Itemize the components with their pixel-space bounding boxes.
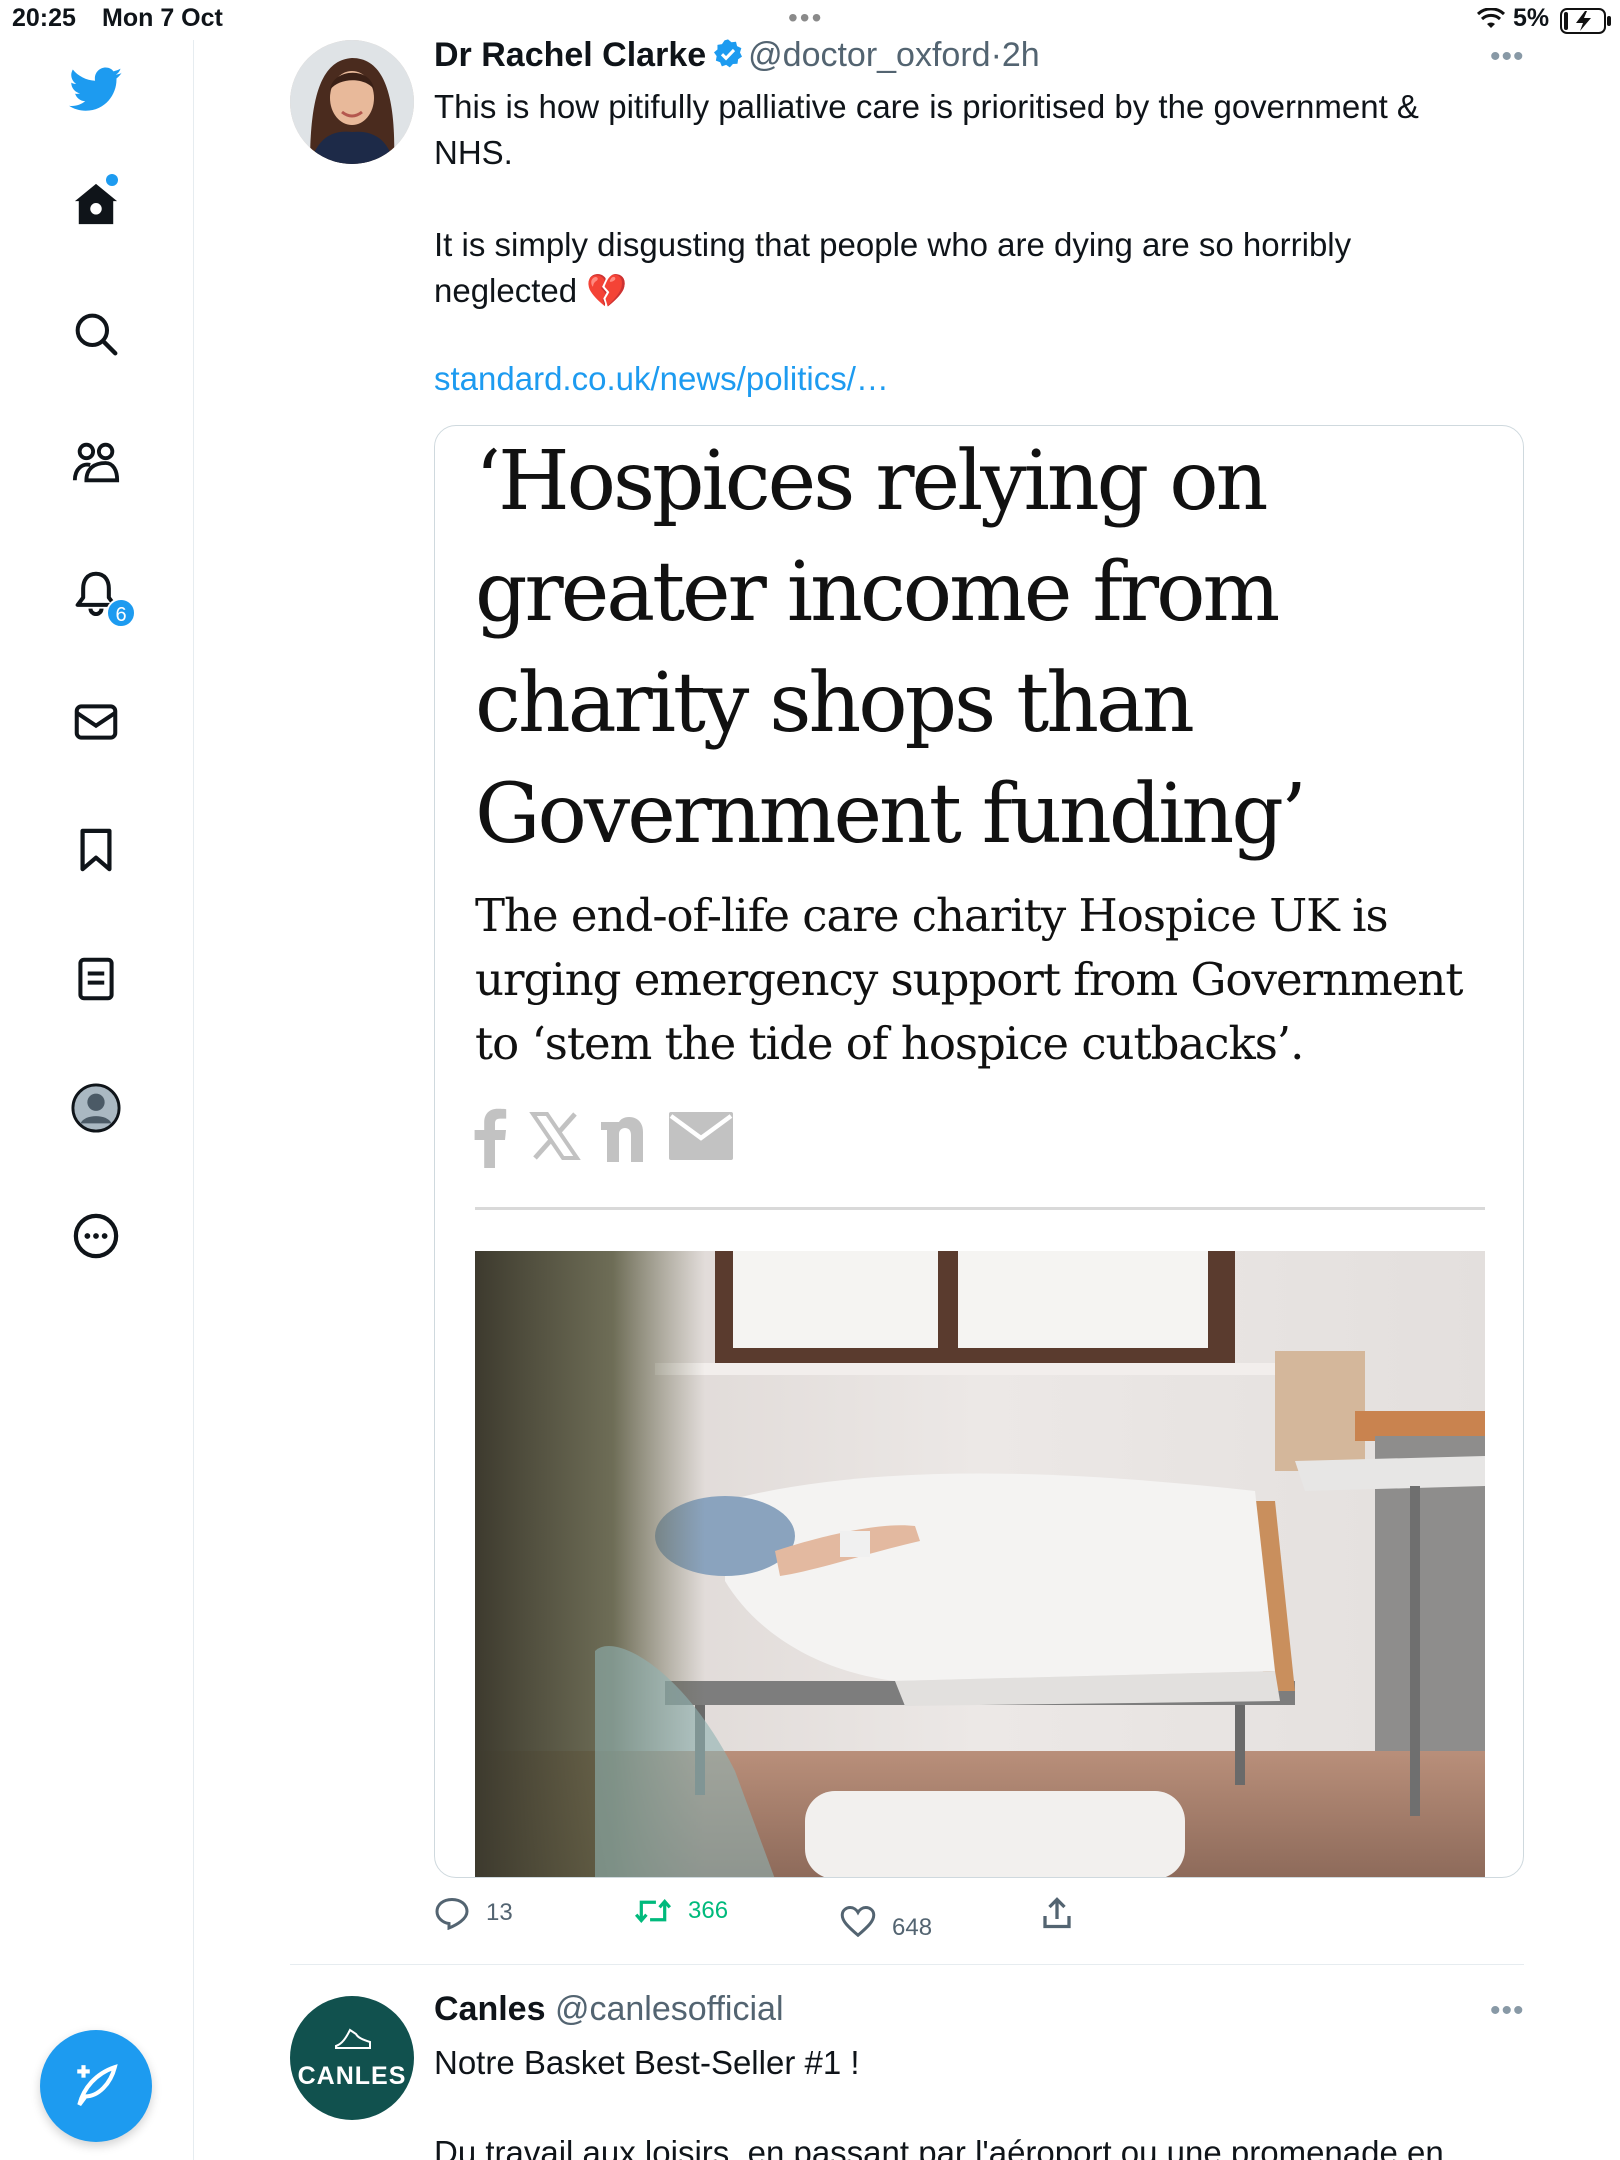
like-count: 648 bbox=[892, 1914, 933, 1941]
card-photo-hospice-bed bbox=[475, 1251, 1485, 1877]
home-unread-dot bbox=[106, 174, 118, 186]
canles-avatar[interactable]: CANLES bbox=[290, 1996, 414, 2120]
x-logo-icon bbox=[529, 1110, 581, 1167]
retweet-button[interactable]: 366 bbox=[634, 1896, 728, 1926]
compose-tweet-button[interactable] bbox=[40, 2030, 152, 2142]
sidebar-nav: 6 bbox=[0, 40, 194, 2160]
author-handle[interactable]: @doctor_oxford bbox=[748, 36, 990, 74]
compose-feather-icon bbox=[77, 2064, 118, 2106]
share-button[interactable] bbox=[1042, 1896, 1088, 1930]
sidebar-item-messages[interactable] bbox=[68, 694, 124, 750]
list-icon bbox=[78, 957, 114, 1001]
tweet-link[interactable]: standard.co.uk/news/politics/… bbox=[434, 360, 889, 398]
communities-icon bbox=[72, 442, 120, 483]
card-divider bbox=[475, 1207, 1485, 1210]
reply-icon bbox=[435, 1897, 469, 1930]
status-bar: 20:25 Mon 7 Oct ••• 5% bbox=[0, 0, 1620, 40]
link-preview-card[interactable]: ‘Hospices relying on greater income from… bbox=[434, 425, 1524, 1878]
author-avatar[interactable] bbox=[290, 40, 414, 164]
tweet2-author-handle[interactable]: @canlesofficial bbox=[555, 1990, 784, 2028]
sidebar-item-communities[interactable] bbox=[68, 435, 124, 491]
status-date: Mon 7 Oct bbox=[102, 4, 223, 32]
tweet2-author-name[interactable]: Canles bbox=[434, 1990, 546, 2028]
card-headline: ‘Hospices relying on greater income from… bbox=[475, 434, 1307, 862]
profile-icon bbox=[71, 1083, 121, 1133]
search-icon bbox=[75, 313, 118, 356]
tweet2-more-icon[interactable]: ••• bbox=[1490, 1994, 1525, 2028]
tweet-time[interactable]: 2h bbox=[1002, 36, 1040, 74]
sidebar-item-explore[interactable] bbox=[68, 306, 124, 362]
tweet2-text-continued: Du travail aux loisirs, en passant par l… bbox=[434, 2134, 1444, 2160]
sneaker-logo-icon bbox=[335, 2028, 371, 2049]
heart-icon bbox=[840, 1905, 876, 1937]
retweet-count: 366 bbox=[688, 1897, 729, 1924]
author-name[interactable]: Dr Rachel Clarke bbox=[434, 36, 706, 74]
verified-badge-icon bbox=[712, 38, 744, 79]
tweet-header: Dr Rachel Clarke @doctor_oxford·2h bbox=[434, 36, 1040, 79]
more-circle-icon bbox=[73, 1213, 119, 1259]
tweet-actions: 13 366 648 bbox=[434, 1896, 1524, 1946]
tweet-more-icon[interactable]: ••• bbox=[1490, 40, 1525, 74]
tweet-text-paragraph: This is how pitifully palliative care is… bbox=[434, 88, 1419, 171]
notifications-badge: 6 bbox=[106, 598, 136, 628]
sidebar-item-more[interactable] bbox=[68, 1208, 124, 1264]
reply-count: 13 bbox=[486, 1899, 513, 1926]
tweet2-header: Canles @canlesofficial bbox=[434, 1990, 784, 2029]
twitter-logo-icon[interactable] bbox=[68, 62, 124, 118]
tweet2-text: Notre Basket Best-Seller #1 ! bbox=[434, 2044, 860, 2081]
battery-percent: 5% bbox=[1513, 4, 1550, 32]
battery-charging-icon bbox=[1560, 8, 1612, 39]
facebook-icon bbox=[473, 1106, 507, 1173]
retweet-icon bbox=[634, 1899, 672, 1923]
tweet-divider bbox=[290, 1964, 1524, 1965]
sidebar-item-lists[interactable] bbox=[68, 951, 124, 1007]
bookmark-icon bbox=[80, 828, 112, 872]
tweet-text-paragraph: It is simply disgusting that people who … bbox=[434, 226, 1352, 309]
mail-icon bbox=[74, 704, 118, 740]
canles-avatar-text: CANLES bbox=[297, 2062, 407, 2090]
card-subheadline: The end-of-life care charity Hospice UK … bbox=[475, 889, 1463, 1070]
header-separator: · bbox=[990, 36, 1002, 74]
email-share-icon bbox=[669, 1112, 733, 1165]
tweet-text: This is how pitifully palliative care is… bbox=[434, 84, 1494, 360]
like-button[interactable]: 648 bbox=[840, 1900, 932, 1942]
sidebar-item-bookmarks[interactable] bbox=[68, 822, 124, 878]
home-icon bbox=[74, 183, 118, 225]
sidebar-item-profile[interactable] bbox=[68, 1080, 124, 1136]
newsletter-n-icon bbox=[597, 1110, 649, 1167]
multitasking-dots-icon[interactable]: ••• bbox=[788, 2, 823, 34]
share-upload-icon bbox=[1043, 1897, 1071, 1929]
wifi-icon bbox=[1476, 7, 1506, 35]
reply-button[interactable]: 13 bbox=[434, 1896, 513, 1930]
status-time: 20:25 bbox=[12, 4, 76, 32]
